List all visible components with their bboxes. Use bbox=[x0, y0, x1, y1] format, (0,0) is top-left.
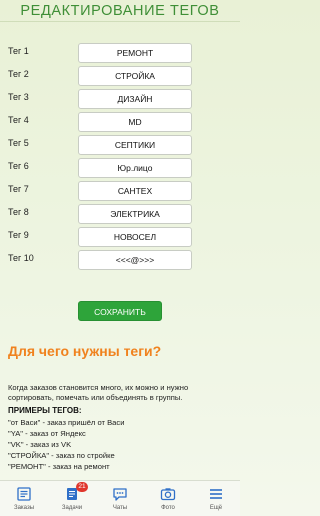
tab-chats[interactable]: Чаты bbox=[96, 481, 144, 516]
example-line: "YA" - заказ от Яндекс bbox=[8, 429, 86, 438]
info-text: Когда заказов становится много, их можно… bbox=[8, 383, 189, 402]
tag-label: Тег 2 bbox=[8, 69, 29, 79]
tag-label: Тег 5 bbox=[8, 138, 29, 148]
tag-label: Тег 7 bbox=[8, 184, 29, 194]
tag-input-4[interactable]: MD bbox=[78, 112, 192, 132]
orders-icon bbox=[17, 487, 31, 501]
tag-input-6[interactable]: Юр.лицо bbox=[78, 158, 192, 178]
tab-label: Чаты bbox=[112, 505, 128, 511]
tag-label: Тег 9 bbox=[8, 230, 29, 240]
tag-row-8: Тег 8 ЭЛЕКТРИКА bbox=[0, 204, 240, 224]
tab-tasks[interactable]: 21 Задачи bbox=[48, 481, 96, 516]
example-line: "VK" - заказ из VK bbox=[8, 440, 72, 449]
camera-icon bbox=[160, 488, 176, 501]
tag-row-3: Тег 3 ДИЗАЙН bbox=[0, 89, 240, 109]
tasks-badge: 21 bbox=[76, 482, 88, 492]
tag-input-2[interactable]: СТРОЙКА bbox=[78, 66, 192, 86]
tag-row-9: Тег 9 НОВОСЕЛ bbox=[0, 227, 240, 247]
example-line: "РЕМОНТ" - заказ на ремонт bbox=[8, 462, 110, 471]
tag-input-3[interactable]: ДИЗАЙН bbox=[78, 89, 192, 109]
tag-input-5[interactable]: СЕПТИКИ bbox=[78, 135, 192, 155]
tag-input-10[interactable]: <<<@>>> bbox=[78, 250, 192, 270]
tag-label: Тег 10 bbox=[8, 253, 34, 263]
tag-row-6: Тег 6 Юр.лицо bbox=[0, 158, 240, 178]
save-button[interactable]: СОХРАНИТЬ bbox=[78, 301, 162, 321]
tag-label: Тег 4 bbox=[8, 115, 29, 125]
tab-photo[interactable]: Фото bbox=[144, 481, 192, 516]
tag-label: Тег 6 bbox=[8, 161, 29, 171]
tag-row-1: Тег 1 РЕМОНТ bbox=[0, 43, 240, 63]
tag-row-7: Тег 7 САНТЕХ bbox=[0, 181, 240, 201]
tag-input-9[interactable]: НОВОСЕЛ bbox=[78, 227, 192, 247]
bottom-tab-bar: Заказы 21 Задачи Чаты Фото Ещё bbox=[0, 480, 240, 516]
chat-icon bbox=[113, 488, 127, 501]
example-line: "от Васи" - заказ пришёл от Васи bbox=[8, 418, 125, 427]
tag-input-1[interactable]: РЕМОНТ bbox=[78, 43, 192, 63]
tab-label: Задачи bbox=[61, 505, 83, 511]
tab-label: Фото bbox=[161, 505, 175, 511]
tag-label: Тег 1 bbox=[8, 46, 29, 56]
tag-row-10: Тег 10 <<<@>>> bbox=[0, 250, 240, 270]
tab-label: Заказы bbox=[13, 505, 35, 511]
page-title: РЕДАКТИРОВАНИЕ ТЕГОВ bbox=[0, 2, 240, 22]
info-heading: Для чего нужны теги? bbox=[8, 343, 162, 359]
tag-row-2: Тег 2 СТРОЙКА bbox=[0, 66, 240, 86]
tab-label: Ещё bbox=[209, 505, 223, 511]
tab-more[interactable]: Ещё bbox=[192, 481, 240, 516]
tag-row-4: Тег 4 MD bbox=[0, 112, 240, 132]
tag-label: Тег 3 bbox=[8, 92, 29, 102]
tag-label: Тег 8 bbox=[8, 207, 29, 217]
tag-row-5: Тег 5 СЕПТИКИ bbox=[0, 135, 240, 155]
example-line: "СТРОЙКА" - заказ по стройке bbox=[8, 451, 115, 460]
menu-icon bbox=[210, 489, 222, 499]
tab-orders[interactable]: Заказы bbox=[0, 481, 48, 516]
tag-input-8[interactable]: ЭЛЕКТРИКА bbox=[78, 204, 192, 224]
tag-input-7[interactable]: САНТЕХ bbox=[78, 181, 192, 201]
examples-title: ПРИМЕРЫ ТЕГОВ: bbox=[8, 406, 82, 415]
